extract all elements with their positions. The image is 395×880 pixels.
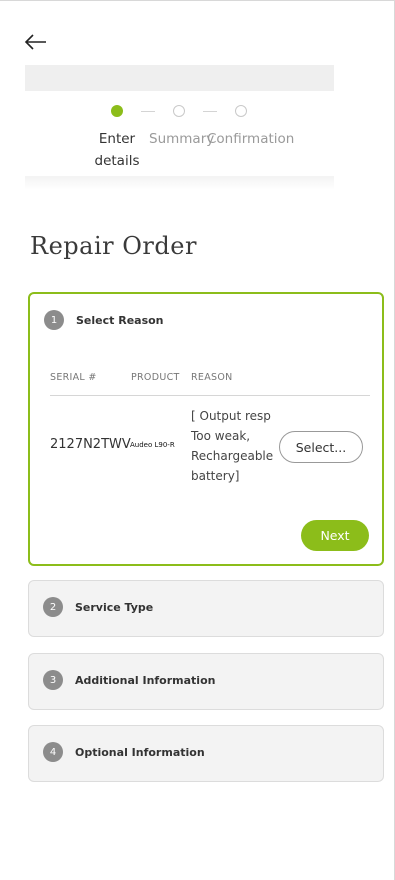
section-select-reason: 1 Select Reason SERIAL # PRODUCT REASON … [28, 292, 384, 566]
column-header-reason: REASON [191, 372, 233, 383]
step-1-dot [111, 105, 123, 117]
reason-line: battery] [191, 469, 240, 483]
section-title: Select Reason [76, 313, 164, 327]
section-title: Optional Information [75, 745, 205, 759]
table-divider [50, 395, 370, 396]
column-header-serial: SERIAL # [50, 372, 97, 383]
step-2-label: Summary [149, 131, 215, 147]
column-header-product: PRODUCT [131, 372, 180, 383]
next-button[interactable]: Next [301, 520, 369, 551]
arrow-left-icon [24, 34, 46, 50]
step-number-badge: 4 [43, 742, 63, 762]
product-name: Audeo L90-R [130, 441, 175, 449]
section-header: 2 Service Type [43, 597, 153, 617]
page-title: Repair Order [30, 232, 197, 260]
back-button[interactable] [22, 28, 50, 56]
serial-number: 2127N2TWV [50, 437, 131, 452]
step-1-label-line2: details [94, 153, 140, 169]
section-optional-information[interactable]: 4 Optional Information [28, 725, 384, 782]
section-title: Service Type [75, 600, 154, 614]
reason-text: [ Output resp Too weak, Rechargeable bat… [191, 406, 279, 486]
step-1-label: Enter details [87, 128, 147, 172]
step-1-label-line1: Enter [98, 131, 136, 147]
reason-line: [ Output resp [191, 409, 271, 423]
reason-line: Too weak, [191, 429, 251, 443]
step-number-badge: 1 [44, 310, 64, 330]
window-top-border [0, 0, 395, 1]
section-header[interactable]: 1 Select Reason [44, 310, 164, 330]
step-number-badge: 3 [43, 670, 63, 690]
step-2-dot [173, 105, 185, 117]
header-placeholder-bar [25, 65, 334, 91]
stepper-shadow [25, 176, 334, 190]
step-3-label: Confirmation [207, 131, 295, 147]
step-connector [141, 111, 155, 112]
step-connector [203, 111, 217, 112]
section-header: 4 Optional Information [43, 742, 205, 762]
step-3-dot [235, 105, 247, 117]
section-additional-information[interactable]: 3 Additional Information [28, 653, 384, 710]
section-header: 3 Additional Information [43, 670, 215, 690]
section-title: Additional Information [75, 673, 216, 687]
section-service-type[interactable]: 2 Service Type [28, 580, 384, 637]
step-number-badge: 2 [43, 597, 63, 617]
select-reason-button[interactable]: Select... [279, 431, 363, 463]
reason-line: Rechargeable [191, 449, 274, 463]
